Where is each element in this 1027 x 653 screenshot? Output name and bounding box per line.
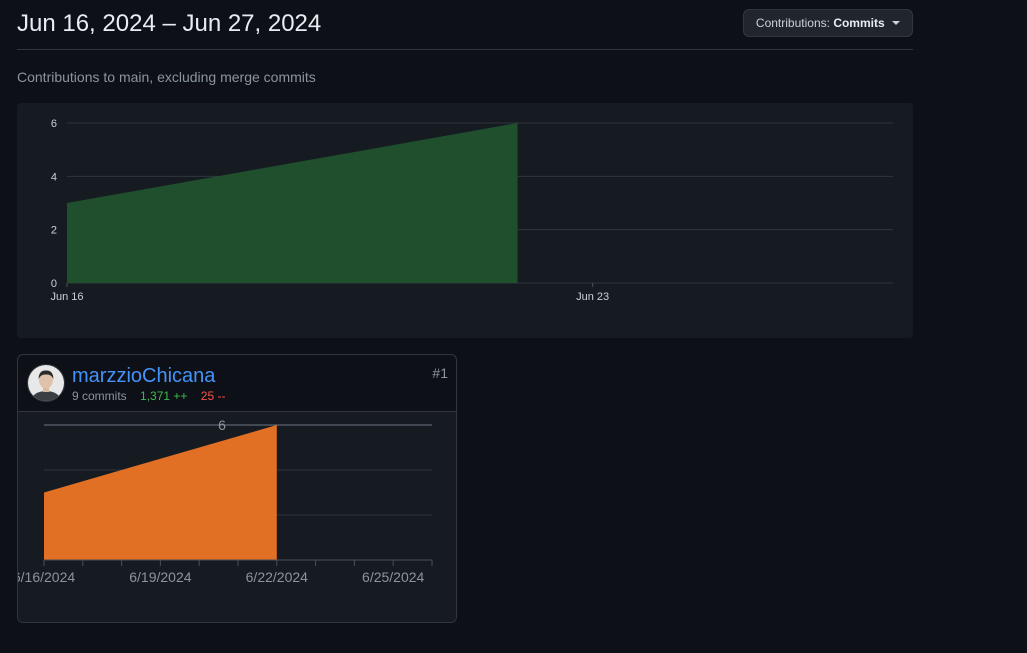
contributor-chart-svg: 6 6/16/2024 6/19/2024 6/22/2024 6/25/2024	[18, 417, 433, 585]
contributor-commits-area	[44, 425, 277, 560]
x-tick-label: 6/22/2024	[246, 569, 308, 585]
main-contributions-chart: 0 2 4 6 Jun 16 Jun 23	[17, 103, 913, 338]
caret-down-icon	[892, 21, 900, 25]
y-tick-label: 6	[218, 417, 226, 433]
contributor-rank: #1	[432, 365, 448, 381]
contributions-type-dropdown[interactable]: Contributions: Commits	[742, 9, 913, 37]
y-tick-label: 2	[51, 225, 57, 237]
commit-count[interactable]: 9 commits	[72, 389, 127, 403]
commits-area	[67, 123, 518, 283]
y-tick-label: 6	[51, 118, 57, 130]
x-tick-label: Jun 16	[50, 291, 83, 303]
x-tick-label: Jun 23	[576, 291, 609, 303]
contributor-stats: 9 commits 1,371 ++ 25 --	[72, 389, 225, 403]
page-title: Jun 16, 2024 – Jun 27, 2024	[17, 10, 322, 37]
avatar[interactable]	[27, 364, 65, 402]
contributor-chart: 6 6/16/2024 6/19/2024 6/22/2024 6/25/2024	[18, 412, 456, 622]
main-chart-svg: 0 2 4 6 Jun 16 Jun 23	[50, 118, 893, 303]
contributor-header: marzzioChicana 9 commits 1,371 ++ 25 -- …	[18, 355, 456, 412]
dropdown-value: Commits	[833, 16, 885, 30]
x-tick-label: 6/25/2024	[362, 569, 424, 585]
page-header: Jun 16, 2024 – Jun 27, 2024 Contribution…	[17, 8, 913, 50]
x-tick-label: 6/16/2024	[18, 569, 75, 585]
chart-description: Contributions to main, excluding merge c…	[17, 69, 316, 85]
x-tick-label: 6/19/2024	[129, 569, 191, 585]
additions-count: 1,371 ++	[140, 389, 188, 403]
deletions-count: 25 --	[200, 389, 226, 403]
y-tick-label: 0	[51, 278, 57, 290]
y-tick-label: 4	[51, 171, 57, 183]
contributor-username-link[interactable]: marzzioChicana	[72, 365, 215, 388]
contributor-card: marzzioChicana 9 commits 1,371 ++ 25 -- …	[17, 354, 457, 623]
avatar-image	[28, 365, 64, 401]
dropdown-prefix: Contributions:	[755, 16, 830, 30]
